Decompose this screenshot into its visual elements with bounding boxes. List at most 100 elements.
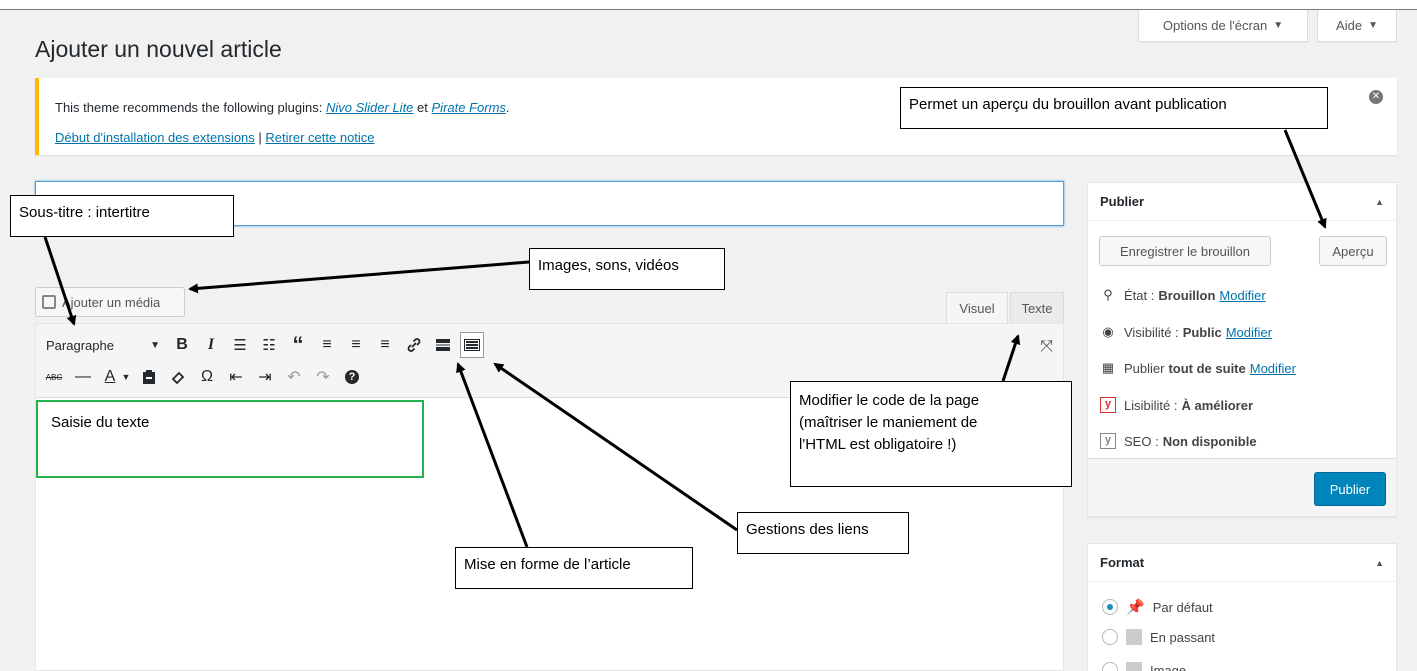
caret-down-icon: ▼ (1368, 20, 1378, 31)
format-select[interactable]: Paragraphe ▼ (42, 332, 164, 358)
arrow-to-add-media (188, 260, 530, 294)
paste-text-icon[interactable] (137, 364, 161, 390)
toolbar-row-2: ABC — A ▼ Ω ⇤ ⇥ ↶ ↷ ? (42, 364, 369, 390)
media-icon (42, 295, 56, 309)
radio-button[interactable] (1102, 599, 1118, 615)
numbered-list-icon[interactable]: ☷ (257, 332, 281, 358)
modify-visibility-link[interactable]: Modifier (1226, 325, 1272, 340)
schedule-label: Publier (1124, 360, 1165, 376)
collapse-arrow-icon[interactable]: ▲ (1375, 558, 1384, 568)
fullscreen-icon[interactable]: ⤧ (1040, 338, 1053, 356)
publish-box-title: Publier (1100, 194, 1145, 209)
bullet-list-icon[interactable]: ☰ (228, 332, 252, 358)
preview-button[interactable]: Aperçu (1319, 236, 1387, 266)
radio-button[interactable] (1102, 662, 1118, 671)
format-option-label: Par défaut (1152, 599, 1213, 615)
code-annotation-line-2: (maîtriser le maniement de (799, 414, 978, 431)
align-center-icon[interactable]: ≡ (344, 332, 368, 358)
link-icon[interactable] (402, 332, 426, 358)
help-label: Aide (1336, 18, 1363, 33)
preview-annotation: Permet un aperçu du brouillon avant publ… (900, 87, 1328, 129)
page-title: Ajouter un nouvel article (35, 36, 282, 62)
caret-down-icon: ▼ (1273, 20, 1284, 31)
publish-button[interactable]: Publier (1314, 472, 1386, 506)
code-annotation: Modifier le code de la page (maîtriser l… (790, 381, 1072, 487)
screen-options-button[interactable]: Options de l'écran ▼ (1138, 10, 1308, 42)
seo-value: Non disponible (1162, 433, 1257, 449)
x-circle-icon[interactable]: ✕ (1369, 90, 1383, 104)
outdent-icon[interactable]: ⇤ (224, 364, 248, 390)
read-more-icon[interactable] (431, 332, 455, 358)
screen-options-label: Options de l'écran (1162, 18, 1268, 33)
content-editor[interactable]: Paragraphe ▼ B I ☰ ☷ “ ≡ ≡ ≡ ABC — A ▼ Ω… (35, 323, 1064, 671)
modify-schedule-link[interactable]: Modifier (1250, 361, 1296, 376)
format-option-image[interactable]: Image (1102, 662, 1186, 671)
plugin-link-pirate[interactable]: Pirate Forms (432, 100, 506, 115)
format-box-header[interactable]: Format ▲ (1088, 544, 1396, 582)
align-left-icon[interactable]: ≡ (315, 332, 339, 358)
toolbar-toggle-icon[interactable] (460, 332, 484, 358)
add-media-button[interactable]: Ajouter un média (35, 287, 185, 317)
notice-line-2: Début d'installation des extensions | Re… (55, 130, 375, 145)
visibility-label: Visibilité : (1124, 324, 1179, 340)
help-icon[interactable]: ? (340, 364, 364, 390)
toolbar-row-1: Paragraphe ▼ B I ☰ ☷ “ ≡ ≡ ≡ (42, 332, 489, 358)
horizontal-line-icon[interactable]: — (71, 364, 95, 390)
pin-icon: 📌 (1126, 599, 1145, 616)
text-input-annotation-label: Saisie du texte (51, 414, 150, 431)
text-input-annotation: Saisie du texte (36, 400, 424, 478)
notice-line-1: This theme recommends the following plug… (55, 100, 510, 115)
format-option-aside[interactable]: En passant (1102, 629, 1215, 645)
top-border (0, 0, 1417, 10)
tab-visual[interactable]: Visuel (946, 292, 1008, 324)
align-right-icon[interactable]: ≡ (373, 332, 397, 358)
plugin-link-nivo[interactable]: Nivo Slider Lite (326, 100, 413, 115)
schedule-value: tout de suite (1168, 360, 1246, 376)
modify-status-link[interactable]: Modifier (1219, 288, 1265, 303)
strikethrough-icon[interactable]: ABC (42, 364, 66, 390)
notice-suffix: . (505, 100, 510, 115)
seo-row: y SEO : Non disponible (1100, 433, 1257, 449)
text-color-icon[interactable]: A (100, 364, 120, 390)
format-select-value: Paragraphe (46, 337, 114, 353)
code-annotation-line-1: Modifier le code de la page (799, 392, 980, 409)
format-box-title: Format (1100, 555, 1145, 570)
italic-icon[interactable]: I (199, 332, 223, 358)
redo-icon[interactable]: ↷ (311, 364, 335, 390)
dismiss-notice-link[interactable]: Retirer cette notice (265, 130, 374, 145)
eye-icon: ◉ (1102, 324, 1114, 339)
indent-icon[interactable]: ⇥ (253, 364, 277, 390)
yoast-readability-icon: y (1100, 397, 1116, 413)
radio-button[interactable] (1102, 629, 1118, 645)
help-button[interactable]: Aide ▼ (1317, 10, 1397, 42)
blockquote-icon[interactable]: “ (286, 332, 310, 358)
publish-footer: Publier (1088, 458, 1396, 516)
format-option-label: En passant (1150, 629, 1216, 645)
aside-icon (1126, 629, 1142, 645)
collapse-arrow-icon[interactable]: ▲ (1375, 197, 1384, 207)
calendar-icon: ▦ (1101, 360, 1115, 375)
status-row: ⚲ État : Brouillon Modifier (1100, 287, 1265, 303)
publish-box-header[interactable]: Publier ▲ (1088, 183, 1396, 221)
add-media-label: Ajouter un média (62, 294, 161, 310)
code-annotation-line-3: l'HTML est obligatoire !) (799, 436, 957, 453)
seo-label: SEO : (1124, 433, 1159, 449)
yoast-seo-icon: y (1100, 433, 1116, 449)
caret-down-icon[interactable]: ▼ (120, 364, 132, 390)
subtitle-annotation: Sous-titre : intertitre (10, 195, 234, 237)
undo-icon[interactable]: ↶ (282, 364, 306, 390)
format-box: Format ▲ 📌 Par défaut En passant Image (1087, 543, 1397, 671)
special-char-icon[interactable]: Ω (195, 364, 219, 390)
links-annotation: Gestions des liens (737, 512, 909, 554)
format-option-label: Image (1150, 662, 1187, 671)
readability-label: Lisibilité : (1124, 397, 1178, 413)
format-option-default[interactable]: 📌 Par défaut (1102, 598, 1213, 616)
notice-separator: | (258, 130, 262, 145)
bold-icon[interactable]: B (170, 332, 194, 358)
install-plugins-link[interactable]: Début d'installation des extensions (55, 130, 255, 145)
save-draft-button[interactable]: Enregistrer le brouillon (1099, 236, 1271, 266)
media-annotation: Images, sons, vidéos (529, 248, 725, 290)
readability-value: À améliorer (1181, 397, 1254, 413)
clear-format-icon[interactable] (166, 364, 190, 390)
tab-text[interactable]: Texte (1010, 292, 1064, 324)
